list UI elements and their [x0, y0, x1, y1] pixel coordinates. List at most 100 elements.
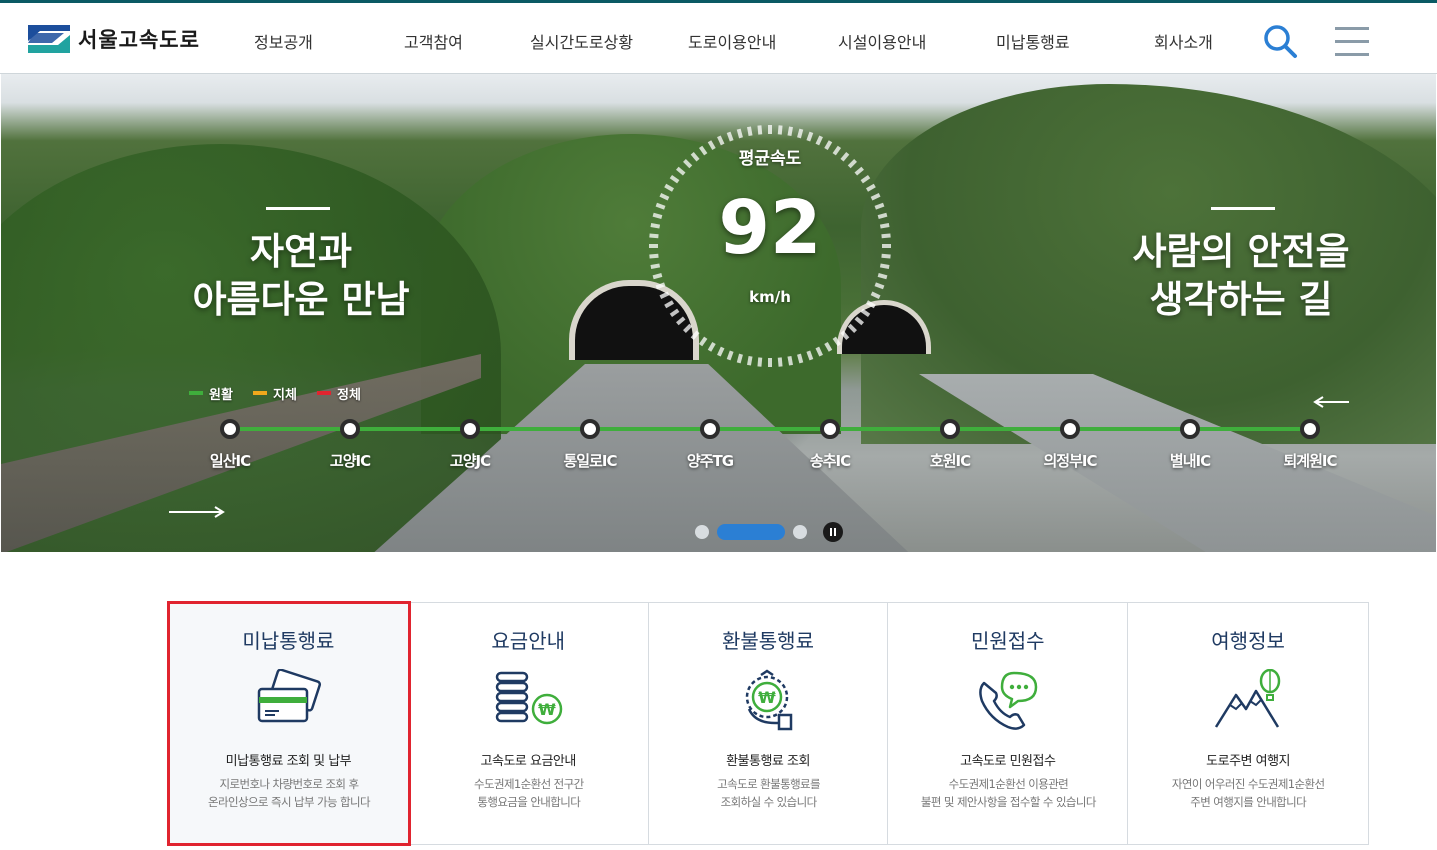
gauge-tick [777, 357, 783, 367]
slide-pager [1, 522, 1436, 542]
slide-dot-active[interactable] [717, 524, 785, 540]
interchange-marker[interactable] [1180, 419, 1200, 439]
traffic-legend-item: 지체 [253, 385, 297, 403]
gauge-tick [726, 350, 734, 361]
quick-card-toll-info[interactable]: 요금안내 ₩ 고속도로 요금안내 수도권제1순환선 전구간 통행요금을 안내합니… [408, 603, 649, 844]
interchange-label[interactable]: 통일로IC [540, 450, 640, 471]
gauge-tick [847, 323, 857, 333]
quick-card-subtitle: 고속도로 민원접수 [960, 754, 1056, 769]
avg-speed-value: 92 [718, 185, 822, 271]
quick-card-desc-line: 온라인상으로 즉시 납부 가능 합니다 [208, 795, 371, 809]
gauge-tick [649, 233, 659, 239]
legend-swatch [317, 391, 331, 395]
slide-pause-button[interactable] [823, 522, 843, 542]
all-menu-button[interactable] [1334, 23, 1370, 59]
nav-item[interactable]: 고객참여 [404, 29, 463, 53]
gauge-tick [676, 316, 686, 326]
gauge-tick [854, 316, 864, 326]
interchange-marker[interactable] [820, 419, 840, 439]
nav-item[interactable]: 시설이용안내 [838, 29, 926, 53]
svg-text:₩: ₩ [758, 688, 776, 707]
quick-card-desc: 고속도로 환불통행료를 조회하실 수 있습니다 [659, 775, 879, 811]
gauge-tick [806, 131, 814, 142]
gauge-tick [881, 233, 891, 239]
gauge-tick [874, 282, 885, 290]
nav-item[interactable]: 실시간도로상황 [530, 29, 633, 53]
gauge-tick [854, 166, 864, 176]
quick-card-unpaid-toll[interactable]: 미납통행료 미납통행료 조회 및 납부 지로번호나 차량번호로 조회 후 온라인… [167, 601, 411, 846]
interchange-marker[interactable] [220, 419, 240, 439]
interchange-marker[interactable] [940, 419, 960, 439]
nav-item[interactable]: 정보공개 [254, 29, 313, 53]
quick-card-title: 요금안내 [491, 629, 565, 653]
slogan-left: 자연과 아름다운 만남 [151, 228, 451, 324]
gauge-tick [870, 291, 881, 299]
interchange-marker[interactable] [700, 419, 720, 439]
gauge-tick [860, 308, 871, 318]
card-icon [257, 669, 322, 723]
gauge-tick [652, 273, 663, 280]
quick-card-travel-info[interactable]: 여행정보 도로주변 여행지 자연이 어우러진 수도권제1순환선 주변 여행지를 … [1128, 603, 1368, 844]
interchange-label[interactable]: 별내IC [1140, 450, 1240, 471]
quick-card-subtitle: 도로주변 여행지 [1206, 754, 1291, 769]
interchange-marker[interactable] [340, 419, 360, 439]
quick-card-civil-complaint[interactable]: 민원접수 고속도로 민원접수 수도권제1순환선 이용관련 불편 및 제안사항을 … [888, 603, 1129, 844]
hero-banner: 자연과 아름다운 만남 사람의 안전을 생각하는 길 평균속도 92 km/h … [1, 74, 1436, 552]
quick-menu: 미납통행료 미납통행료 조회 및 납부 지로번호나 차량번호로 조회 후 온라인… [167, 601, 1369, 846]
quick-card-desc-line: 고속도로 환불통행료를 [717, 777, 821, 791]
legend-swatch [253, 391, 267, 395]
gauge-tick [757, 357, 763, 367]
slogan-left-line1: 자연과 [249, 230, 353, 273]
interchange-marker[interactable] [1300, 419, 1320, 439]
interchange-marker[interactable] [1060, 419, 1080, 439]
quick-card-title: 민원접수 [970, 629, 1045, 653]
quick-card-desc-line: 지로번호나 차량번호로 조회 후 [219, 777, 360, 791]
mountain-balloon-icon [1215, 669, 1281, 728]
site-logo[interactable]: 서울고속도로 [28, 23, 200, 55]
interchange-label[interactable]: 퇴계원IC [1260, 450, 1360, 471]
quick-card-desc-line: 통행요금을 안내합니다 [477, 795, 581, 809]
nav-item[interactable]: 회사소개 [1154, 29, 1213, 53]
interchange-label[interactable]: 호원IC [900, 450, 1000, 471]
nav-item[interactable]: 미납통행료 [996, 29, 1070, 53]
gauge-tick [669, 308, 680, 318]
logo-text: 서울고속도로 [78, 28, 200, 52]
gauge-tick [874, 202, 885, 210]
interchange-label[interactable]: 고양IC [300, 450, 400, 471]
gauge-tick [757, 125, 763, 135]
interchange-marker[interactable] [580, 419, 600, 439]
interchange-label[interactable]: 양주TG [660, 450, 760, 471]
gauge-tick [787, 355, 793, 366]
gauge-tick [683, 323, 693, 333]
interchange-marker[interactable] [460, 419, 480, 439]
logo-mark-icon [28, 25, 70, 53]
gauge-tick [676, 166, 686, 176]
phone-chat-icon [979, 671, 1038, 730]
quick-card-title: 미납통행료 [242, 629, 335, 653]
search-button[interactable] [1262, 23, 1298, 59]
interchange-label[interactable]: 송추IC [780, 450, 880, 471]
nav-item[interactable]: 도로이용안내 [688, 29, 776, 53]
quick-card-desc-line: 수도권제1순환선 이용관련 [948, 777, 1069, 791]
quick-card-refund-toll[interactable]: 환불통행료 ₩ 환불통행료 조회 고속도로 환불통행료를 조회하실 수 있습니다 [648, 603, 889, 844]
interchange-label[interactable]: 의정부IC [1020, 450, 1120, 471]
slogan-right-line1: 사람의 안전을 [1132, 230, 1350, 273]
gauge-tick [832, 336, 842, 347]
coins-won-icon: ₩ [495, 671, 563, 725]
gauge-tick [707, 341, 716, 352]
interchange-label[interactable]: 일산IC [180, 450, 280, 471]
quick-card-desc-line: 조회하실 수 있습니다 [720, 795, 818, 809]
quick-card-title: 여행정보 [1211, 629, 1285, 653]
quick-card-desc: 수도권제1순환선 전구간 통행요금을 안내합니다 [419, 775, 639, 811]
gauge-tick [824, 341, 833, 352]
slide-dot[interactable] [793, 525, 807, 539]
slide-dot[interactable] [695, 525, 709, 539]
gauge-tick [877, 273, 888, 280]
gauge-tick [649, 253, 659, 259]
quick-card-desc: 지로번호나 차량번호로 조회 후 온라인상으로 즉시 납부 가능 합니다 [179, 775, 399, 811]
gauge-tick [655, 202, 666, 210]
site-header: 서울고속도로 정보공개 고객참여 실시간도로상황 도로이용안내 시설이용안내 미납통행료 회… [0, 0, 1437, 74]
quick-card-subtitle: 미납통행료 조회 및 납부 [225, 754, 352, 769]
slogan-bar [1211, 207, 1275, 210]
interchange-label[interactable]: 고양JC [420, 450, 520, 471]
